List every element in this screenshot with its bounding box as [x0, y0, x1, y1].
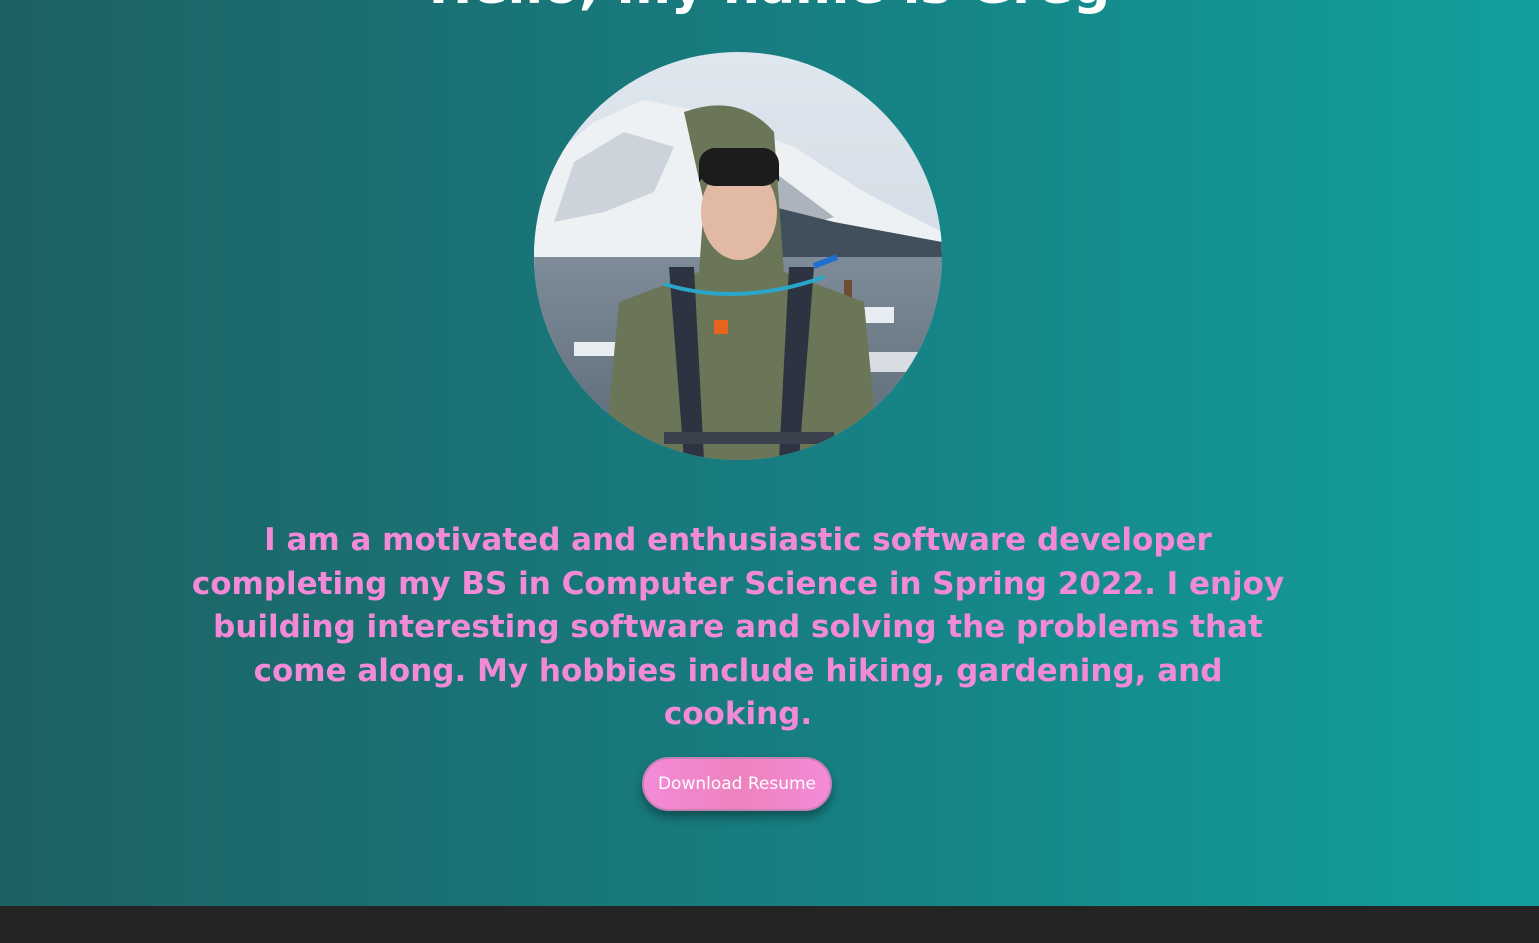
hero-section: Hello, my name is Greg	[0, 0, 1539, 906]
download-resume-button[interactable]: Download Resume	[642, 757, 832, 811]
hero-heading: Hello, my name is Greg	[0, 0, 1539, 16]
footer-bar	[0, 906, 1539, 943]
profile-photo	[534, 52, 942, 460]
bio-text: I am a motivated and enthusiastic softwa…	[191, 522, 1285, 732]
